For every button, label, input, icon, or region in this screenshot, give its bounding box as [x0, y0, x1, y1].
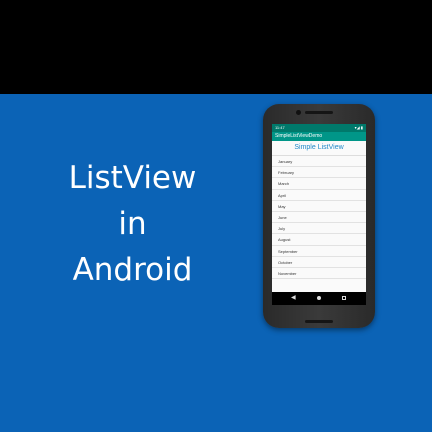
list-item[interactable]: March: [272, 178, 366, 190]
list-item[interactable]: October: [272, 257, 366, 268]
bottom-speaker: [305, 320, 333, 323]
headline-line-3: Android: [72, 252, 193, 288]
list-item[interactable]: June: [272, 212, 366, 224]
list-item[interactable]: July: [272, 223, 366, 235]
month-list: January February March April May June Ju…: [272, 155, 366, 280]
headline-line-2: in: [118, 206, 147, 242]
status-icons: ▾◢ ▮: [354, 125, 363, 130]
status-bar: 11:47 ▾◢ ▮: [272, 124, 366, 132]
list-title: Simple ListView: [294, 144, 344, 151]
list-item[interactable]: September: [272, 246, 366, 257]
top-black-band: [0, 0, 432, 94]
list-item[interactable]: August: [272, 234, 366, 246]
list-item[interactable]: January: [272, 156, 366, 168]
list-item[interactable]: February: [272, 167, 366, 179]
list-item[interactable]: April: [272, 190, 366, 201]
navigation-bar: ◀: [272, 292, 366, 305]
home-icon[interactable]: [317, 296, 321, 300]
app-bar: SimpleListViewDemo: [272, 132, 366, 141]
headline-title: ListView in Android: [50, 155, 215, 293]
status-time: 11:47: [275, 125, 285, 130]
list-item[interactable]: November: [272, 268, 366, 280]
front-camera: [296, 110, 301, 115]
phone-screen: 11:47 ▾◢ ▮ SimpleListViewDemo Simple Lis…: [272, 124, 366, 304]
recent-apps-icon[interactable]: [342, 296, 346, 300]
phone-mockup: 11:47 ▾◢ ▮ SimpleListViewDemo Simple Lis…: [263, 104, 375, 328]
earpiece-speaker: [305, 111, 333, 114]
back-icon[interactable]: ◀: [291, 295, 296, 302]
list-item[interactable]: May: [272, 201, 366, 212]
headline-line-1: ListView: [68, 160, 197, 196]
